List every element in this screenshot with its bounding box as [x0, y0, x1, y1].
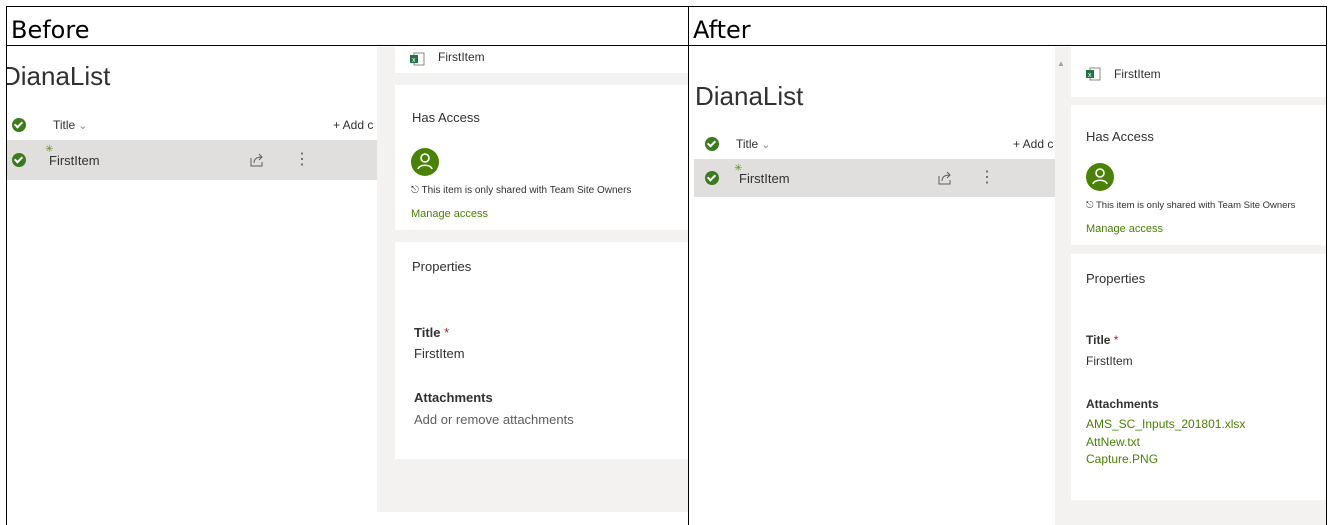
pane-header-card: x FirstItem	[1071, 47, 1326, 97]
svg-text:x: x	[412, 57, 416, 64]
pane-header-card: x FirstItem	[395, 47, 688, 73]
add-column-button[interactable]: + Add c	[333, 118, 378, 132]
properties-card: Properties Title * FirstItem Attachments…	[395, 242, 688, 459]
more-options-icon[interactable]: ⋮	[979, 167, 995, 187]
properties-card: Properties Title * FirstItem Attachments…	[1071, 254, 1326, 500]
svg-text:x: x	[1088, 72, 1092, 79]
person-add-icon[interactable]	[411, 148, 439, 176]
attachment-link-1[interactable]: AttNew.txt	[1086, 435, 1140, 449]
lock-icon: ⎋	[1086, 200, 1096, 211]
shared-status-text: ⎋ This item is only shared with Team Sit…	[1086, 200, 1295, 211]
row-checkmark-icon[interactable]	[12, 153, 26, 167]
lock-icon: ⎋	[411, 185, 422, 196]
column-title-label: Title	[53, 118, 76, 132]
more-options-icon[interactable]: ⋮	[294, 149, 310, 169]
row-checkmark-icon[interactable]	[705, 171, 719, 185]
excel-file-icon: x	[1086, 67, 1101, 81]
details-pane: x FirstItem Has Access ⎋ This item is on…	[377, 47, 688, 512]
list-row-selected[interactable]: ✳ FirstItem ⋮	[7, 140, 378, 180]
pane-item-name: FirstItem	[438, 50, 485, 64]
list-title: DianaList	[7, 61, 111, 91]
title-label-text: Title	[414, 325, 441, 340]
add-column-button[interactable]: + Add c	[1013, 137, 1055, 151]
attachment-link-0[interactable]: AMS_SC_Inputs_201801.xlsx	[1086, 417, 1245, 431]
has-access-card: Has Access ⎋ This item is only shared wi…	[395, 85, 688, 230]
select-all-checkmark-icon[interactable]	[705, 137, 719, 151]
pane-item-name: FirstItem	[1114, 67, 1161, 81]
title-column-header[interactable]: Title ⌄	[736, 137, 770, 151]
title-field-label: Title *	[1086, 333, 1118, 347]
manage-access-link[interactable]: Manage access	[1086, 223, 1163, 235]
title-field-label: Title *	[414, 325, 449, 340]
properties-heading: Properties	[1086, 271, 1146, 286]
after-header: After	[693, 16, 751, 44]
excel-file-icon: x	[410, 52, 425, 66]
title-field-value[interactable]: FirstItem	[414, 346, 465, 361]
list-title: DianaList	[695, 81, 804, 111]
attachments-label: Attachments	[414, 390, 493, 405]
required-mark: *	[1113, 333, 1119, 347]
chevron-down-icon: ⌄	[761, 139, 771, 151]
share-icon[interactable]	[249, 153, 265, 167]
has-access-card: Has Access ⎋ This item is only shared wi…	[1071, 105, 1326, 245]
required-mark: *	[444, 325, 450, 340]
shared-text: This item is only shared with Team Site …	[1095, 200, 1296, 211]
add-attachments-link[interactable]: Add or remove attachments	[414, 412, 574, 427]
shared-text: This item is only shared with Team Site …	[421, 185, 632, 196]
list-row-selected[interactable]: ✳ FirstItem ⋮	[694, 159, 1055, 197]
row-title[interactable]: FirstItem	[739, 171, 790, 186]
before-screenshot: DianaList Title ⌄ + Add c ✳ FirstItem ⋮ x	[7, 47, 688, 525]
comparison-frame: Before After DianaList Title ⌄ + Add c ✳ …	[0, 0, 1334, 525]
right-border	[1326, 46, 1327, 525]
before-header: Before	[11, 16, 90, 44]
properties-heading: Properties	[412, 259, 472, 274]
attachments-label: Attachments	[1086, 397, 1159, 411]
shared-status-text: ⎋ This item is only shared with Team Sit…	[411, 185, 631, 196]
title-field-value[interactable]: FirstItem	[1086, 354, 1133, 368]
before-header-cell: Before	[6, 6, 688, 46]
after-header-cell: After	[688, 6, 1327, 46]
details-pane: ▲ x FirstItem Has Access ⎋ This item is	[1055, 47, 1326, 525]
chevron-down-icon: ⌄	[78, 120, 88, 132]
row-title[interactable]: FirstItem	[49, 153, 100, 168]
scroll-up-icon[interactable]: ▲	[1057, 59, 1065, 68]
select-all-checkmark-icon[interactable]	[12, 118, 26, 132]
has-access-heading: Has Access	[1086, 129, 1154, 144]
person-add-icon[interactable]	[1086, 163, 1114, 191]
column-title-label: Title	[736, 137, 759, 151]
title-label-text: Title	[1086, 333, 1111, 347]
share-icon[interactable]	[937, 171, 953, 185]
has-access-heading: Has Access	[412, 110, 480, 125]
manage-access-link[interactable]: Manage access	[411, 208, 488, 220]
title-column-header[interactable]: Title ⌄	[53, 118, 87, 132]
after-screenshot: DianaList Title ⌄ + Add c ✳ FirstItem ⋮ ▲	[689, 47, 1326, 525]
attachment-link-2[interactable]: Capture.PNG	[1086, 452, 1158, 466]
